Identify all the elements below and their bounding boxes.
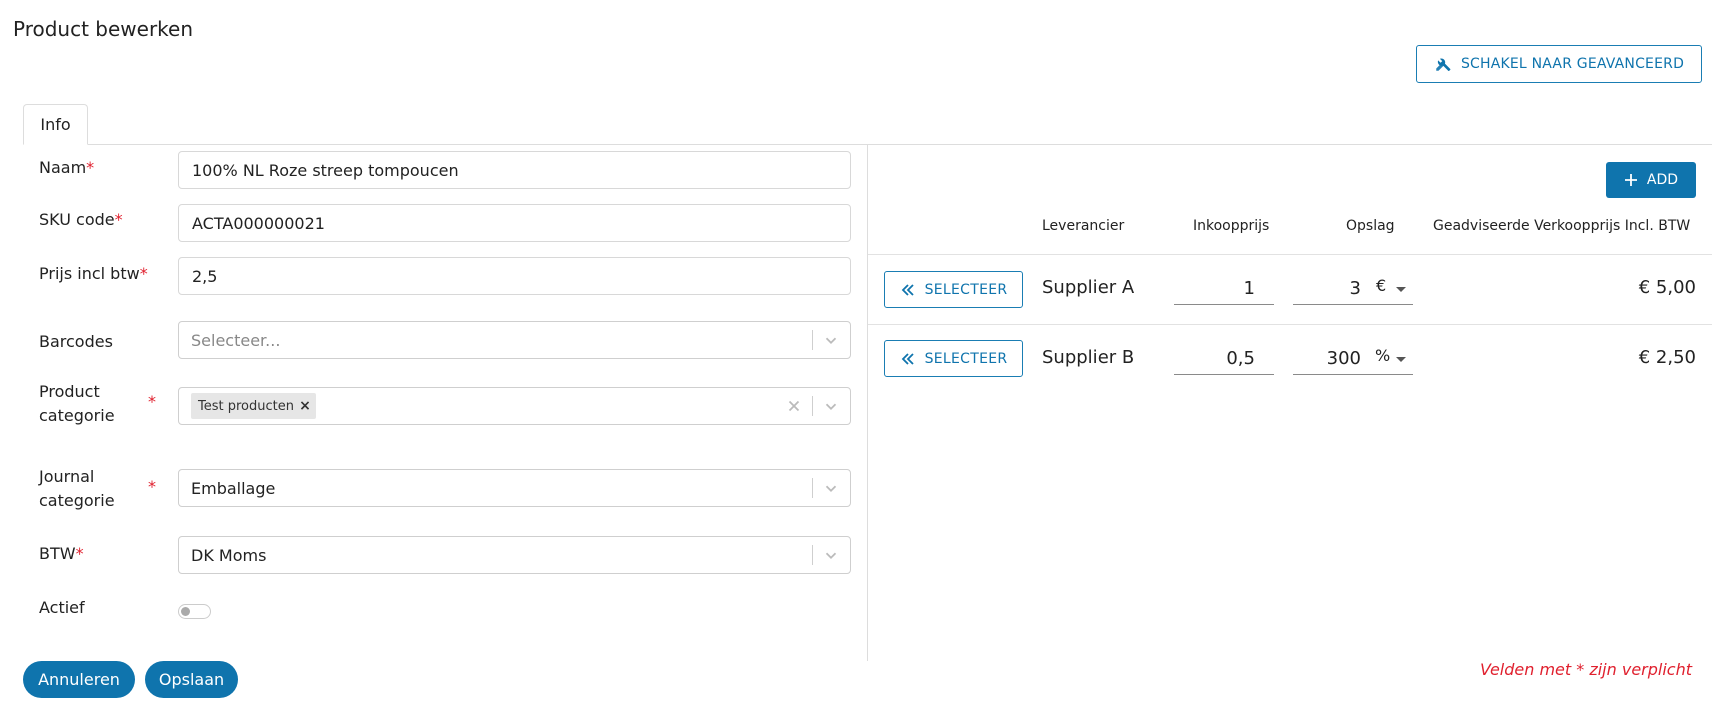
column-header-supplier: Leverancier <box>1042 218 1125 234</box>
save-button[interactable]: Opslaan <box>145 661 238 698</box>
sku-label: SKU code* <box>39 210 123 229</box>
journal-category-select[interactable]: Emballage <box>178 469 851 507</box>
journal-category-required: * <box>148 477 156 496</box>
caret-down-icon[interactable] <box>1396 287 1406 292</box>
name-label: Naam* <box>39 158 95 177</box>
chip-remove-icon[interactable]: × <box>294 393 316 419</box>
caret-down-icon[interactable] <box>1396 357 1406 362</box>
page-title: Product bewerken <box>13 17 194 41</box>
journal-category-value: Emballage <box>191 478 276 498</box>
select-separator <box>812 396 813 416</box>
row-divider <box>868 324 1712 325</box>
vat-label: BTW* <box>39 544 84 563</box>
markup-input[interactable]: 300 <box>1293 343 1413 375</box>
markup-unit-select[interactable]: % <box>1375 346 1390 366</box>
category-chip: Test producten × <box>191 393 316 419</box>
select-separator <box>812 478 813 498</box>
select-separator <box>812 545 813 565</box>
product-category-label: Product categorie <box>39 382 115 425</box>
active-label: Actief <box>39 598 85 617</box>
cancel-button[interactable]: Annuleren <box>23 661 135 698</box>
column-header-markup: Opslag <box>1346 218 1395 234</box>
product-category-required: * <box>148 392 156 411</box>
price-input[interactable]: 2,5 <box>178 257 851 295</box>
vat-select[interactable]: DK Moms <box>178 536 851 574</box>
chevron-down-icon[interactable] <box>822 546 840 564</box>
vat-value: DK Moms <box>191 545 267 565</box>
sku-input[interactable]: ACTA000000021 <box>178 204 851 242</box>
supplier-name: Supplier A <box>1042 277 1135 298</box>
product-category-select[interactable]: Test producten × <box>178 387 851 425</box>
purchase-price-input[interactable]: 0,5 <box>1174 343 1274 375</box>
row-divider <box>868 254 1712 255</box>
tools-icon <box>1436 58 1451 71</box>
purchase-price-input[interactable]: 1 <box>1174 273 1274 305</box>
advised-price: € 5,00 <box>1638 277 1696 298</box>
select-separator <box>812 330 813 350</box>
advised-price: € 2,50 <box>1638 347 1696 368</box>
chevrons-left-icon <box>901 352 914 365</box>
chevron-down-icon[interactable] <box>822 397 840 415</box>
name-input[interactable]: 100% NL Roze streep tompoucen <box>178 151 851 189</box>
active-toggle[interactable] <box>178 604 211 619</box>
barcodes-select[interactable]: Selecteer... <box>178 321 851 359</box>
panel-divider <box>867 145 868 661</box>
select-supplier-button[interactable]: SELECTEER <box>884 271 1023 308</box>
column-header-advised-price: Geadviseerde Verkoopprijs Incl. BTW <box>1433 218 1691 234</box>
markup-input[interactable]: 3 <box>1293 273 1413 305</box>
chevron-down-icon[interactable] <box>822 479 840 497</box>
tab-info[interactable]: Info <box>23 104 88 145</box>
price-label: Prijs incl btw* <box>39 264 148 283</box>
add-supplier-button[interactable]: ADD <box>1606 162 1696 198</box>
column-header-purchase-price: Inkoopprijs <box>1193 218 1270 234</box>
barcodes-label: Barcodes <box>39 332 113 351</box>
clear-icon[interactable] <box>785 397 803 415</box>
plus-icon <box>1624 174 1637 186</box>
chevrons-left-icon <box>901 283 914 296</box>
switch-advanced-label: SCHAKEL NAAR GEAVANCEERD <box>1460 56 1685 72</box>
markup-unit-select[interactable]: € <box>1376 276 1386 296</box>
toggle-knob <box>181 607 190 616</box>
switch-advanced-button[interactable]: SCHAKEL NAAR GEAVANCEERD <box>1416 45 1702 83</box>
barcodes-placeholder: Selecteer... <box>191 330 281 350</box>
required-fields-note: Velden met * zijn verplicht <box>1479 660 1692 679</box>
select-supplier-button[interactable]: SELECTEER <box>884 340 1023 377</box>
chevron-down-icon[interactable] <box>822 331 840 349</box>
supplier-name: Supplier B <box>1042 347 1135 368</box>
journal-category-label: Journal categorie <box>39 467 115 510</box>
